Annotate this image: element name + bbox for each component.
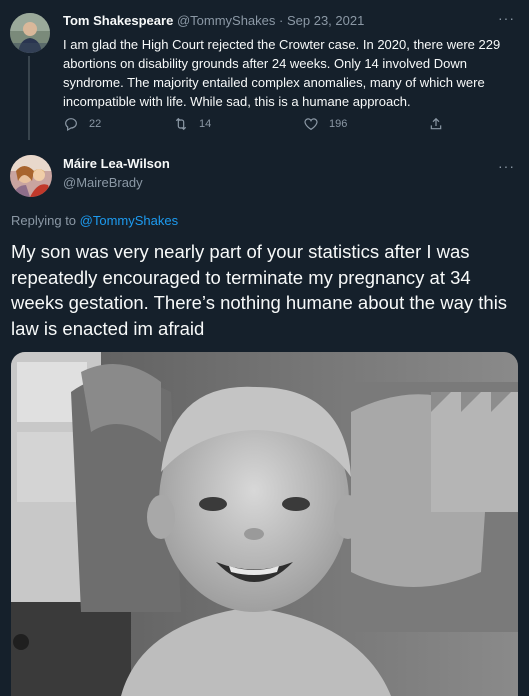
avatar[interactable]	[10, 13, 50, 53]
retweet-count: 14	[199, 118, 212, 130]
thread-line	[28, 56, 30, 140]
more-icon[interactable]: ···	[498, 158, 515, 174]
like-button[interactable]: 196	[303, 116, 347, 132]
author-name[interactable]: Tom Shakespeare	[63, 13, 173, 28]
tweet-photo[interactable]	[11, 352, 518, 696]
tweet-date[interactable]: Sep 23, 2021	[287, 13, 364, 28]
replying-to: Replying to @TommyShakes	[11, 213, 178, 228]
parent-tweet[interactable]: Tom Shakespeare @TommyShakes · Sep 23, 2…	[0, 0, 529, 143]
retweet-icon	[175, 117, 187, 131]
tweet-header: Máire Lea-Wilson @MaireBrady	[63, 156, 170, 190]
avatar[interactable]	[10, 155, 52, 197]
tweet-text: My son was very nearly part of your stat…	[11, 241, 508, 339]
tweet-header: Tom Shakespeare @TommyShakes · Sep 23, 2…	[63, 13, 364, 28]
replying-prefix: Replying to	[11, 213, 77, 228]
replying-to-link[interactable]: @TommyShakes	[80, 213, 178, 228]
author-name[interactable]: Máire Lea-Wilson	[63, 156, 170, 171]
share-icon	[430, 117, 442, 130]
separator: ·	[279, 13, 284, 28]
author-handle[interactable]: @TommyShakes	[177, 13, 275, 28]
like-count: 196	[329, 118, 348, 130]
share-button[interactable]	[428, 116, 444, 132]
reply-icon	[65, 118, 77, 132]
retweet-button[interactable]: 14	[173, 116, 211, 132]
reply-button[interactable]: 22	[63, 116, 101, 132]
more-icon[interactable]: ···	[498, 10, 515, 26]
tweet-text: I am glad the High Court rejected the Cr…	[63, 37, 501, 109]
heart-icon	[304, 118, 318, 131]
tweet-actions: 22 14 196	[63, 116, 483, 134]
reply-count: 22	[89, 118, 102, 130]
author-handle[interactable]: @MaireBrady	[63, 175, 170, 190]
